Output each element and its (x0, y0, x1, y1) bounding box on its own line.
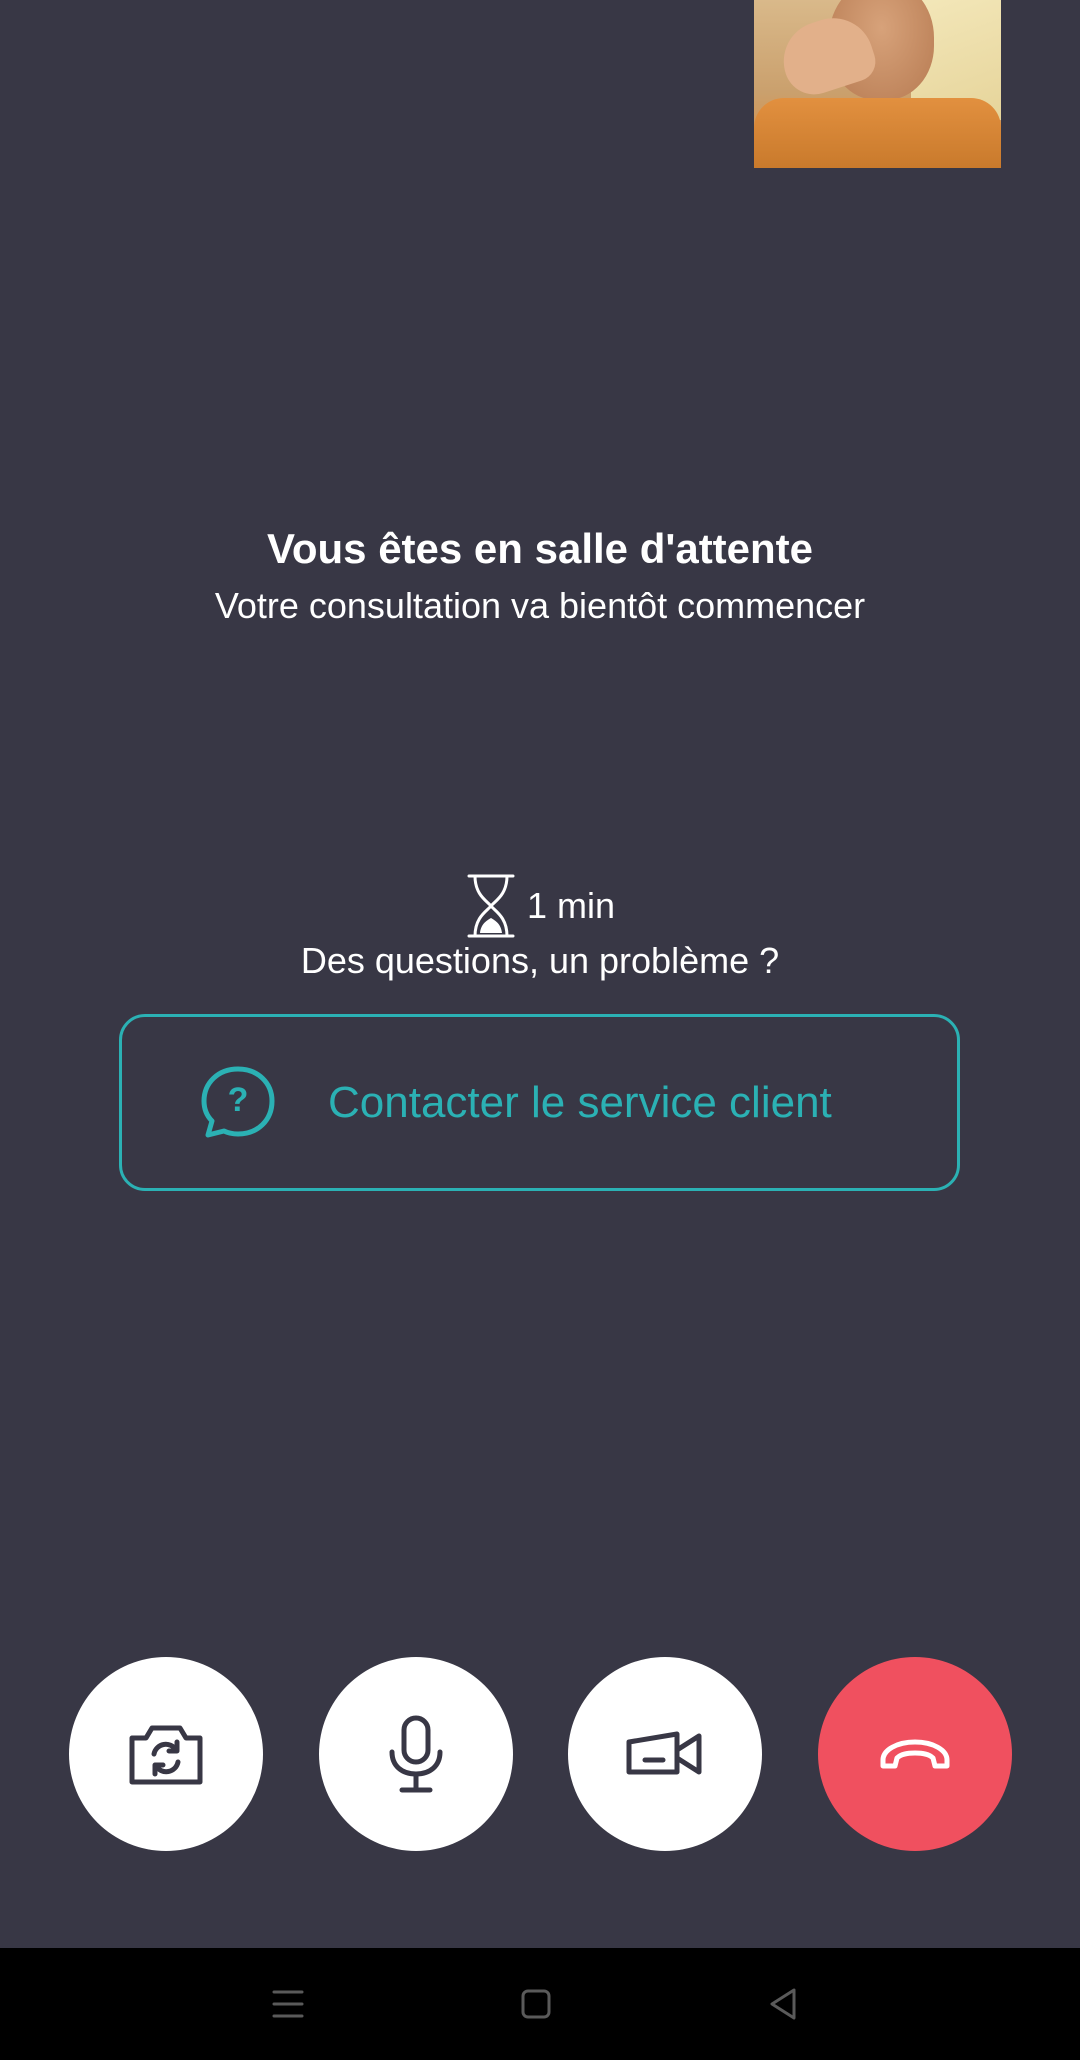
video-camera-icon (626, 1731, 702, 1775)
help-question: Des questions, un problème ? (300, 940, 780, 981)
microphone-button[interactable] (319, 1657, 513, 1851)
hourglass-icon (467, 874, 515, 938)
wait-time-value: 1 min (526, 885, 616, 926)
contact-support-button[interactable]: ? Contacter le service client (119, 1014, 960, 1191)
nav-home-button[interactable] (510, 1978, 562, 2030)
nav-menu-button[interactable] (262, 1978, 314, 2030)
home-square-icon (521, 1989, 551, 2019)
svg-text:?: ? (228, 1081, 249, 1119)
video-call-screen: Vous êtes en salle d'attente Votre consu… (0, 0, 1080, 2060)
waiting-room-subtitle: Votre consultation va bientôt commencer (214, 585, 866, 626)
system-navbar (0, 1948, 1080, 2060)
help-chat-icon: ? (201, 1066, 275, 1137)
wait-time-row: 1 min (0, 873, 1080, 939)
video-toggle-button[interactable] (568, 1657, 762, 1851)
camera-switch-icon (129, 1725, 203, 1785)
self-view-video[interactable] (754, 0, 1001, 168)
waiting-room-title: Vous êtes en salle d'attente (266, 525, 814, 572)
self-view-shirt (754, 98, 1001, 168)
contact-support-label: Contacter le service client (328, 1077, 832, 1127)
nav-back-button[interactable] (758, 1978, 810, 2030)
hangup-button[interactable] (818, 1657, 1012, 1851)
phone-hangup-icon (880, 1739, 950, 1769)
microphone-icon (389, 1715, 443, 1793)
back-triangle-icon (770, 1988, 796, 2020)
call-controls (0, 1657, 1080, 1851)
switch-camera-button[interactable] (69, 1657, 263, 1851)
menu-icon (272, 1990, 304, 2018)
